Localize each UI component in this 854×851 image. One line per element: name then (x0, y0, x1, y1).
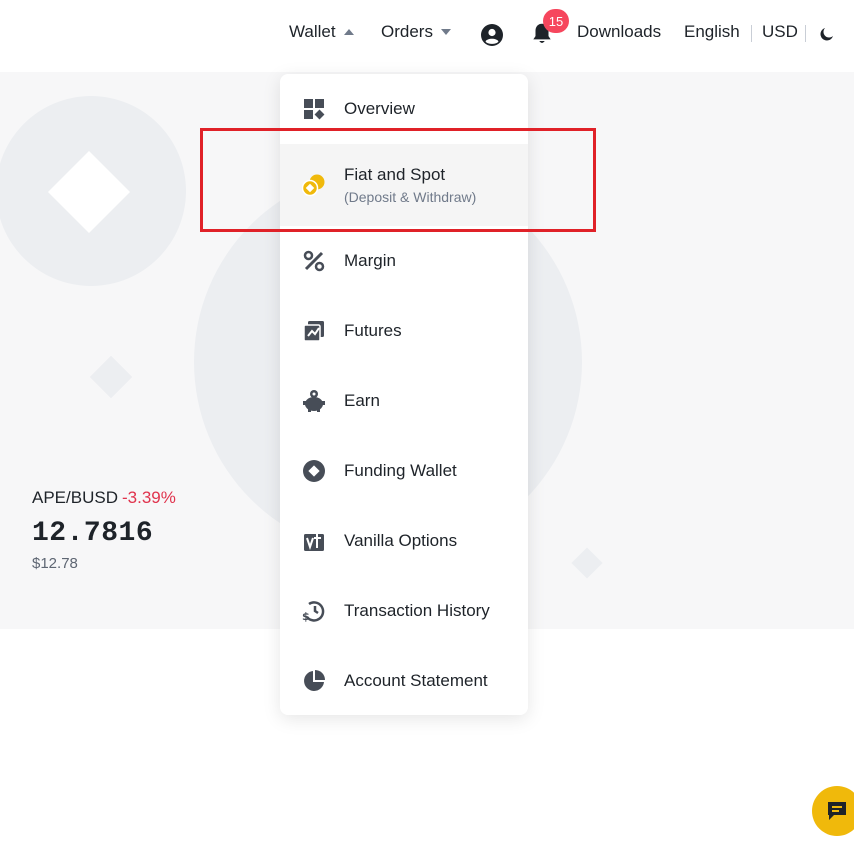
language-selector[interactable]: English (684, 22, 740, 42)
wallet-menu-toggle[interactable]: Wallet (289, 22, 354, 42)
ticker-pair-row: APE/BUSD -3.39% (32, 488, 176, 508)
menu-item-transaction-history[interactable]: $ Transaction History (280, 576, 528, 646)
wallet-label: Wallet (289, 22, 336, 41)
top-navigation-bar: Wallet Orders 15 Downloads English USD (0, 0, 854, 72)
nav-divider (751, 25, 752, 42)
downloads-link[interactable]: Downloads (577, 22, 661, 42)
history-icon: $ (302, 599, 326, 623)
menu-item-label: Margin (344, 251, 396, 270)
orders-menu-toggle[interactable]: Orders (381, 22, 451, 42)
caret-down-icon (440, 29, 451, 35)
market-ticker[interactable]: APE/BUSD -3.39% 12.7816 $12.78 (32, 488, 176, 572)
menu-item-sublabel: (Deposit & Withdraw) (344, 189, 477, 205)
pie-chart-icon (302, 669, 326, 693)
menu-item-label: Fiat and Spot (344, 165, 446, 184)
menu-item-label: Account Statement (344, 671, 488, 690)
percent-icon (302, 249, 326, 273)
menu-item-overview[interactable]: Overview (280, 74, 528, 144)
menu-item-label: Earn (344, 391, 380, 410)
options-icon (302, 529, 326, 553)
ticker-usd-price: $12.78 (32, 555, 78, 572)
menu-item-text: Account Statement (344, 671, 488, 691)
menu-item-margin[interactable]: Margin (280, 226, 528, 296)
decorative-small-diamond (89, 355, 133, 399)
menu-item-text: Fiat and Spot (Deposit & Withdraw) (344, 165, 476, 205)
menu-item-label: Overview (344, 99, 415, 118)
wallet-dropdown-menu: Overview Fiat and Spot (Deposit & Withdr… (280, 74, 528, 715)
decorative-small-diamond (571, 547, 603, 579)
piggy-bank-icon (302, 389, 326, 413)
caret-up-icon (343, 29, 354, 35)
menu-item-vanilla-options[interactable]: Vanilla Options (280, 506, 528, 576)
ticker-pair: APE/BUSD (32, 488, 118, 507)
menu-item-futures[interactable]: Futures (280, 296, 528, 366)
funding-icon (302, 459, 326, 483)
menu-item-text: Futures (344, 321, 402, 341)
menu-item-earn[interactable]: Earn (280, 366, 528, 436)
menu-item-funding-wallet[interactable]: Funding Wallet (280, 436, 528, 506)
futures-icon (302, 319, 326, 343)
menu-item-text: Earn (344, 391, 380, 411)
chat-icon (828, 802, 846, 820)
orders-label: Orders (381, 22, 433, 41)
menu-item-text: Overview (344, 99, 415, 119)
svg-text:$: $ (302, 610, 310, 623)
dark-mode-moon-icon[interactable] (818, 25, 836, 43)
menu-item-label: Funding Wallet (344, 461, 457, 480)
menu-item-text: Vanilla Options (344, 531, 457, 551)
menu-item-text: Margin (344, 251, 396, 271)
menu-item-account-statement[interactable]: Account Statement (280, 646, 528, 716)
menu-item-fiat-and-spot[interactable]: Fiat and Spot (Deposit & Withdraw) (280, 144, 528, 226)
ticker-price: 12.7816 (32, 518, 154, 549)
nav-divider (805, 25, 806, 42)
ticker-change: -3.39% (121, 488, 176, 507)
menu-item-text: Transaction History (344, 601, 490, 621)
menu-item-label: Transaction History (344, 601, 490, 620)
account-icon[interactable] (480, 23, 504, 47)
chat-support-button[interactable] (812, 786, 854, 836)
menu-item-text: Funding Wallet (344, 461, 457, 481)
currency-selector[interactable]: USD (762, 22, 798, 42)
notification-count-badge: 15 (543, 9, 569, 33)
menu-item-label: Vanilla Options (344, 531, 458, 550)
overview-icon (302, 97, 326, 121)
fiat-spot-icon (302, 173, 326, 197)
menu-item-label: Futures (344, 321, 402, 340)
